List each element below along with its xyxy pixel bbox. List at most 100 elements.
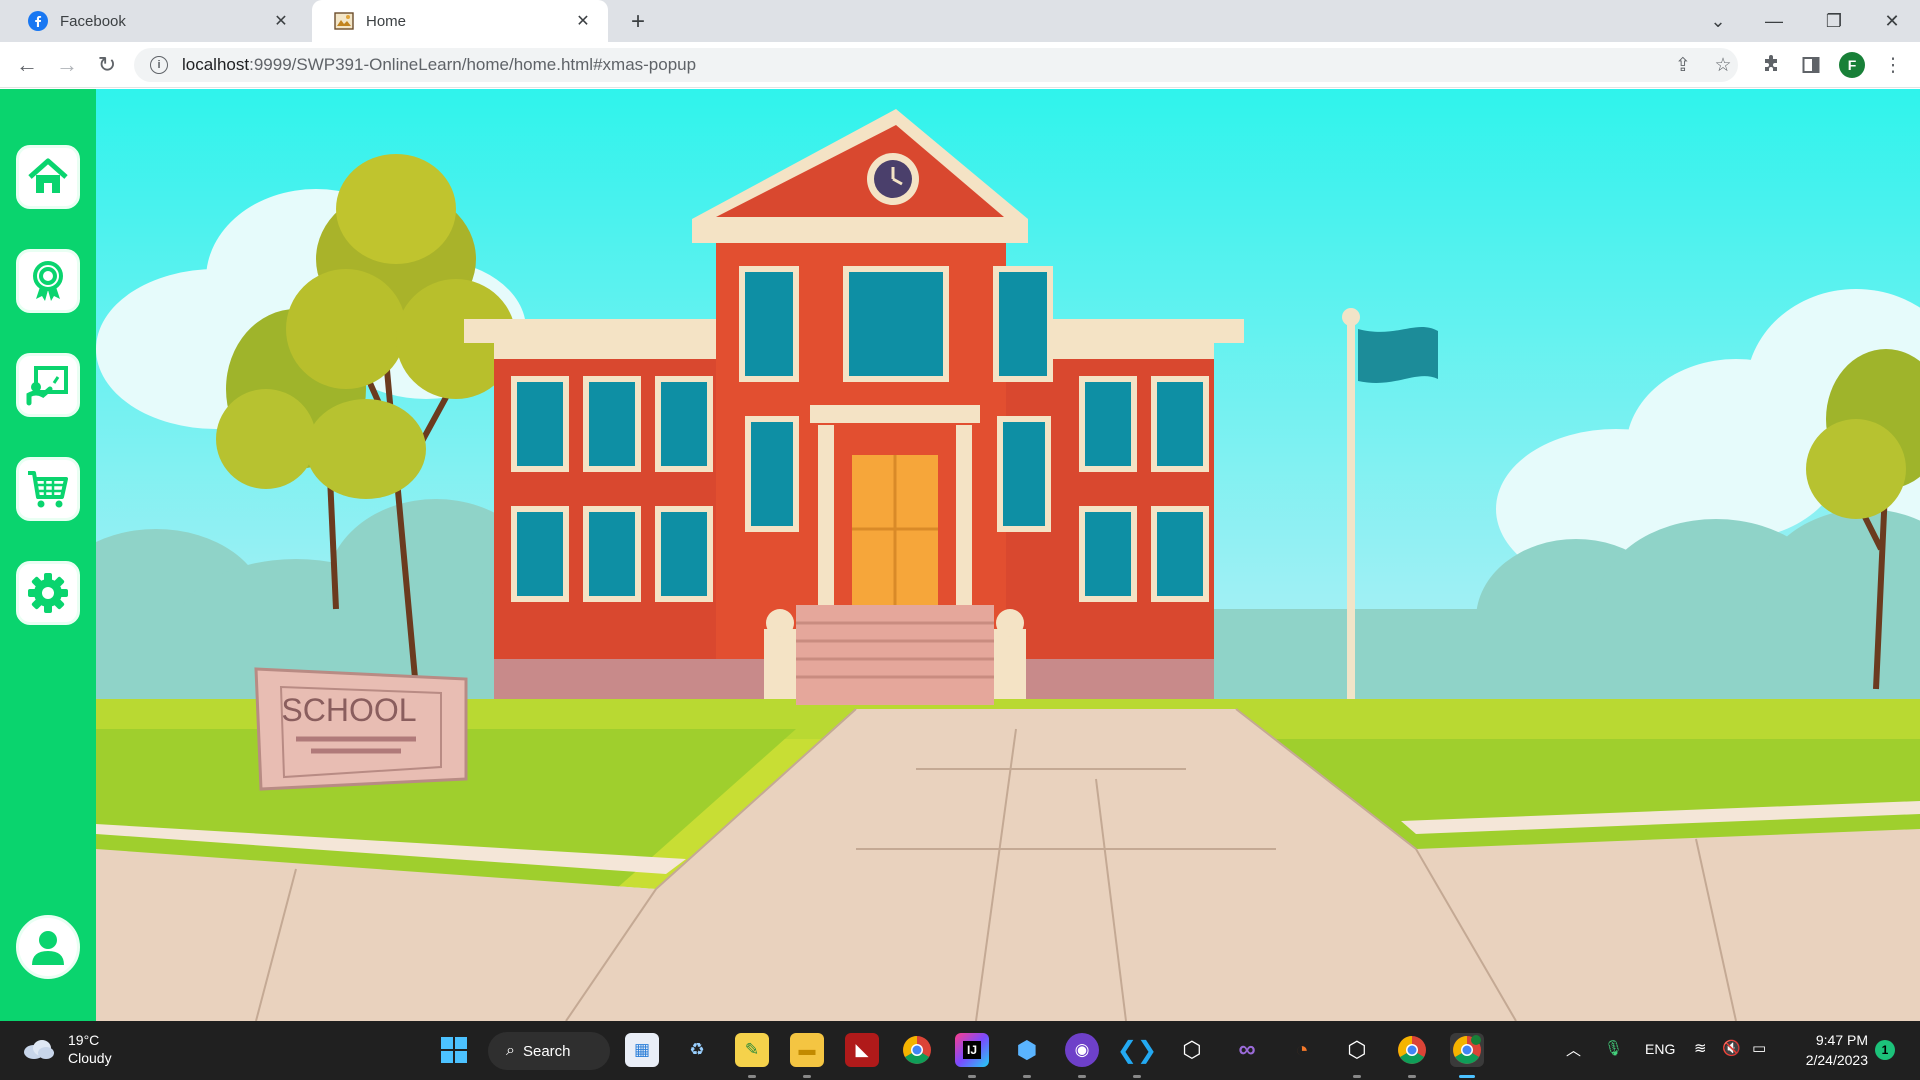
restore-button[interactable]: ❐ (1806, 0, 1862, 42)
close-tab-icon[interactable]: ✕ (270, 10, 292, 32)
back-button[interactable]: ← (12, 50, 42, 80)
tab-title: Facebook (60, 12, 126, 30)
battery-icon: ▭ (1752, 1040, 1767, 1057)
user-icon (32, 931, 64, 965)
running-indicator (1023, 1075, 1031, 1078)
tab-title: Home (366, 12, 407, 30)
school-sign: SCHOOL (254, 667, 468, 791)
active-app-indicator (1459, 1075, 1475, 1078)
weather-condition: Cloudy (68, 1050, 112, 1066)
clock-time: 9:47 PM (1815, 1032, 1868, 1048)
unity-icon: ⬡ (1182, 1037, 1202, 1062)
recycle-bin-icon: ♻ (689, 1040, 705, 1059)
visual-studio-icon: ∞ (1238, 1036, 1256, 1063)
reload-button[interactable]: ↻ (92, 50, 122, 80)
bookmark-button[interactable]: ☆ (1708, 50, 1738, 80)
sidebar-item-profile[interactable] (16, 915, 80, 979)
profile-avatar[interactable]: F (1839, 52, 1865, 78)
chevron-down-icon: ⌄ (1710, 10, 1726, 31)
sidebar-item-home[interactable] (16, 145, 80, 209)
close-tab-icon[interactable]: ✕ (572, 10, 594, 32)
tab-facebook[interactable]: Facebook ✕ (6, 0, 306, 42)
taskbar-cube-app[interactable]: ⬢ (1010, 1033, 1044, 1067)
running-indicator (968, 1075, 976, 1078)
extensions-button[interactable] (1756, 50, 1786, 80)
github-icon: ◉ (1074, 1040, 1090, 1059)
language-indicator[interactable]: ENG (1645, 1041, 1675, 1057)
running-indicator (1133, 1075, 1141, 1078)
site-info-icon[interactable]: i (150, 56, 168, 74)
running-indicator (803, 1075, 811, 1078)
taskbar-store[interactable]: ▦ (625, 1033, 659, 1067)
new-tab-button[interactable]: + (624, 8, 652, 36)
taskbar-paint[interactable]: ✎ (735, 1033, 769, 1067)
taskbar-unity-hub[interactable]: ⬡ (1340, 1033, 1374, 1067)
tab-search-button[interactable]: ⌄ (1690, 0, 1746, 42)
address-bar[interactable]: i localhost:9999/SWP391-OnlineLearn/home… (134, 48, 1738, 82)
more-vertical-icon: ⋮ (1883, 54, 1903, 76)
chrome-icon (903, 1036, 931, 1064)
taskbar-clock[interactable]: 9:47 PM 2/24/2023 (1780, 1030, 1868, 1070)
tray-overflow-button[interactable]: ︿ (1566, 1039, 1581, 1060)
arrow-left-icon: ← (16, 52, 38, 77)
url-host: localhost (182, 55, 250, 74)
forward-button[interactable]: → (52, 50, 82, 80)
tray-microphone[interactable]: 🎙 (1604, 1039, 1623, 1057)
chrome-icon (1398, 1036, 1426, 1064)
arrow-right-icon: → (56, 52, 78, 77)
microphone-icon: 🎙 (1604, 1040, 1624, 1057)
sidebar-item-settings[interactable] (16, 561, 80, 625)
taskbar-recycle-bin[interactable]: ♻ (680, 1033, 714, 1067)
menu-button[interactable]: ⋮ (1878, 50, 1908, 80)
sidebar-item-shop[interactable] (16, 457, 80, 521)
taskbar-intellij[interactable]: IJ (955, 1033, 989, 1067)
home-icon (28, 158, 68, 193)
taskbar-unity[interactable]: ⬡ (1175, 1033, 1209, 1067)
taskbar-github[interactable]: ◉ (1065, 1033, 1099, 1067)
close-window-button[interactable]: ✕ (1864, 0, 1920, 42)
url-path: :9999/SWP391-OnlineLearn/home/home.html#… (249, 55, 697, 74)
paint-icon: ✎ (744, 1040, 760, 1059)
taskbar-vscode[interactable]: ❮❯ (1117, 1033, 1157, 1067)
running-indicator (1408, 1075, 1416, 1078)
blender-icon: ◔ (1295, 1037, 1309, 1062)
taskbar-chrome[interactable] (900, 1033, 934, 1067)
tray-wifi[interactable]: ≋ (1694, 1039, 1707, 1057)
sidebar (0, 89, 96, 1021)
store-icon: ▦ (633, 1040, 651, 1059)
minimize-button[interactable]: — (1746, 0, 1802, 42)
teacher-board-icon (26, 366, 68, 406)
facebook-icon (28, 11, 48, 31)
taskbar-search[interactable]: ⌕ Search (488, 1032, 610, 1070)
restore-icon: ❐ (1825, 10, 1843, 31)
sidebar-item-classroom[interactable] (16, 353, 80, 417)
start-button[interactable] (437, 1033, 471, 1067)
taskbar-visual-studio[interactable]: ∞ (1230, 1033, 1264, 1067)
unity-hub-icon: ⬡ (1347, 1037, 1367, 1062)
share-button[interactable]: ⇪ (1668, 50, 1698, 80)
tab-home[interactable]: Home ✕ (312, 0, 608, 42)
windows-logo-icon (441, 1037, 467, 1063)
notification-badge[interactable]: 1 (1875, 1040, 1895, 1060)
chevron-up-icon: ︿ (1566, 1042, 1582, 1059)
minimize-icon: — (1765, 10, 1783, 31)
weather-widget[interactable]: 19°C Cloudy (22, 1031, 112, 1067)
sidebar-item-achievements[interactable] (16, 249, 80, 313)
side-panel-button[interactable] (1796, 50, 1826, 80)
close-icon: ✕ (1884, 10, 1900, 31)
taskbar-chrome-alt[interactable] (1395, 1033, 1429, 1067)
tray-volume[interactable]: 🔇 (1722, 1039, 1741, 1057)
side-panel-icon (1802, 57, 1820, 73)
taskbar-app-red[interactable]: ◣ (845, 1033, 879, 1067)
taskbar-file-explorer[interactable]: ▬ (790, 1033, 824, 1067)
intellij-icon: IJ (962, 1041, 981, 1059)
cloud-icon (24, 1040, 54, 1059)
tray-battery[interactable]: ▭ (1752, 1039, 1766, 1057)
taskbar-blender[interactable]: ◔ (1285, 1033, 1319, 1067)
folder-icon: ▬ (798, 1040, 816, 1059)
share-icon: ⇪ (1675, 54, 1691, 76)
page-thumbnail-icon (334, 12, 354, 30)
taskbar-chrome-profile[interactable] (1450, 1033, 1484, 1067)
app-red-icon: ◣ (855, 1040, 869, 1059)
tab-strip: Facebook ✕ Home ✕ + ⌄ — ❐ ✕ (0, 0, 1920, 42)
